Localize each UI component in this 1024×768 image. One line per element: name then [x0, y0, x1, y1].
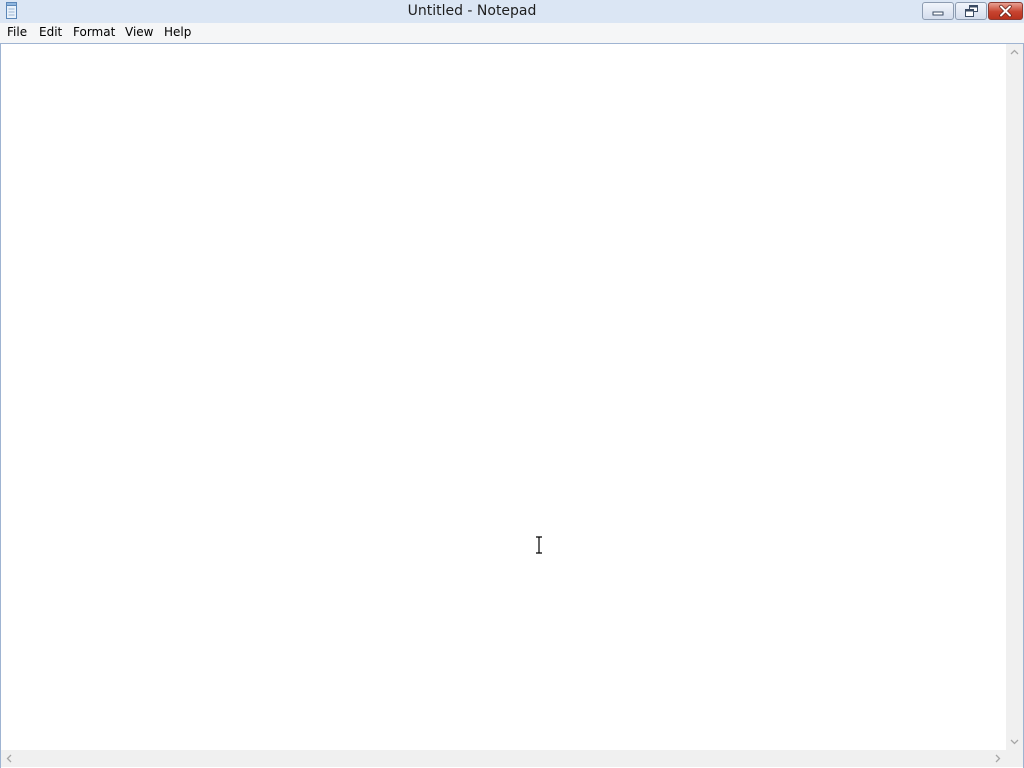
notepad-window: Untitled - Notepad File Edit Format View	[0, 0, 1024, 768]
title-bar[interactable]: Untitled - Notepad	[0, 0, 1024, 23]
scroll-left-arrow-icon[interactable]	[1, 750, 18, 767]
restore-button[interactable]	[955, 2, 987, 20]
minimize-button[interactable]	[922, 2, 954, 20]
scroll-right-arrow-icon[interactable]	[989, 750, 1006, 767]
menu-file[interactable]: File	[1, 23, 33, 43]
close-button[interactable]	[988, 2, 1023, 20]
editor-frame	[0, 43, 1024, 768]
horizontal-scrollbar[interactable]	[1, 750, 1006, 767]
menu-view[interactable]: View	[119, 23, 159, 43]
scroll-down-arrow-icon[interactable]	[1006, 733, 1023, 750]
scrollbar-corner	[1006, 750, 1023, 767]
menu-edit[interactable]: Edit	[33, 23, 68, 43]
vertical-scrollbar[interactable]	[1006, 44, 1023, 750]
menu-bar: File Edit Format View Help	[0, 23, 1024, 44]
text-editor[interactable]	[1, 44, 1006, 750]
window-title: Untitled - Notepad	[407, 3, 537, 19]
close-icon	[999, 4, 1012, 18]
scroll-up-arrow-icon[interactable]	[1006, 44, 1023, 61]
minimize-icon	[932, 11, 944, 16]
restore-icon	[965, 5, 978, 17]
menu-format[interactable]: Format	[67, 23, 121, 43]
menu-help[interactable]: Help	[158, 23, 197, 43]
